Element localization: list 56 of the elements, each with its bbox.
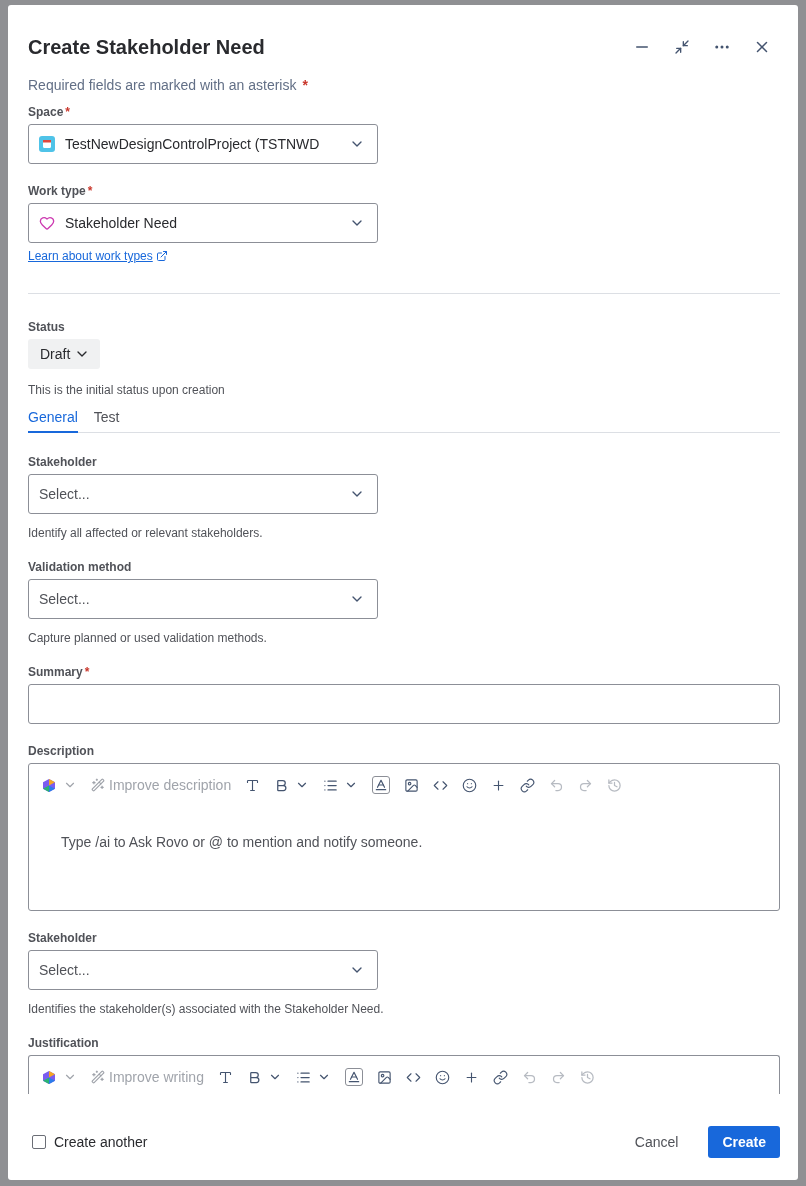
external-link-icon xyxy=(155,250,168,262)
field-label: Status xyxy=(28,320,65,334)
plus-icon[interactable] xyxy=(491,777,507,793)
emoji-icon[interactable] xyxy=(434,1069,450,1085)
field-label: Stakeholder xyxy=(28,931,97,945)
help-text: This is the initial status upon creation xyxy=(28,383,226,397)
cancel-button[interactable]: Cancel xyxy=(620,1126,693,1158)
field-label: Summary xyxy=(28,665,83,679)
required-asterisk: * xyxy=(87,184,93,198)
select-field[interactable]: TestNewDesignControlProject (TSTNWD xyxy=(28,124,378,164)
magic-wand-icon xyxy=(91,1070,105,1084)
list-icon[interactable] xyxy=(295,1069,311,1085)
magic-wand-icon xyxy=(91,778,105,792)
field-label: Validation method xyxy=(28,560,132,574)
text-style-icon[interactable] xyxy=(245,777,261,793)
help-text: Identifies the stakeholder(s) associated with the Stakeholder Need. xyxy=(28,1002,385,1016)
required-asterisk: * xyxy=(84,665,90,679)
field-label: Stakeholder xyxy=(28,455,97,469)
text-color-icon[interactable] xyxy=(344,1068,363,1086)
help-text: Capture planned or used validation methods. xyxy=(28,631,268,645)
text-color-icon[interactable] xyxy=(372,776,391,794)
field-label: Justification xyxy=(28,1036,99,1050)
rich-text-editor[interactable]: Improve description Type /ai to Ask Rovo or @ to mention and notify someone. xyxy=(28,763,780,911)
required-note: Required fields are marked with an asterisk xyxy=(28,77,297,93)
emoji-icon[interactable] xyxy=(462,777,478,793)
field-label: Space xyxy=(28,105,64,119)
learn-link[interactable]: Learn about work types xyxy=(28,249,168,263)
plus-icon[interactable] xyxy=(463,1069,479,1085)
image-icon[interactable] xyxy=(376,1069,392,1085)
help-text: Identify all affected or relevant stakeholders. xyxy=(28,526,264,540)
status-button[interactable]: Draft xyxy=(28,339,101,369)
list-icon[interactable] xyxy=(323,777,339,793)
select-field[interactable]: Stakeholder Need xyxy=(28,203,378,243)
checkbox-label: Create another xyxy=(54,1134,148,1150)
text-style-icon[interactable] xyxy=(217,1069,233,1085)
rovo-logo-icon xyxy=(43,1070,55,1084)
create-button[interactable]: Create xyxy=(708,1126,780,1158)
editor-placeholder: Type /ai to Ask Rovo or @ to mention and notify someone. xyxy=(60,833,424,852)
link-icon[interactable] xyxy=(520,777,536,793)
field-label: Work type xyxy=(28,184,86,198)
tab[interactable]: General xyxy=(28,409,78,433)
field-label: Description xyxy=(28,744,94,758)
select-field[interactable]: Select... xyxy=(28,474,378,514)
tab[interactable]: Test xyxy=(93,409,120,433)
rovo-logo-icon xyxy=(43,778,55,792)
image-icon[interactable] xyxy=(404,777,420,793)
select-field[interactable]: Select... xyxy=(28,579,378,619)
checkbox[interactable] xyxy=(32,1135,46,1149)
required-asterisk: * xyxy=(65,105,71,119)
required-asterisk: * xyxy=(302,77,308,93)
heart-icon xyxy=(39,215,55,231)
select-field[interactable]: Select... xyxy=(28,950,378,990)
project-icon xyxy=(39,136,55,152)
input-field[interactable] xyxy=(28,684,780,724)
link-icon[interactable] xyxy=(492,1069,508,1085)
dialog-title: Create Stakeholder Need xyxy=(28,35,265,59)
